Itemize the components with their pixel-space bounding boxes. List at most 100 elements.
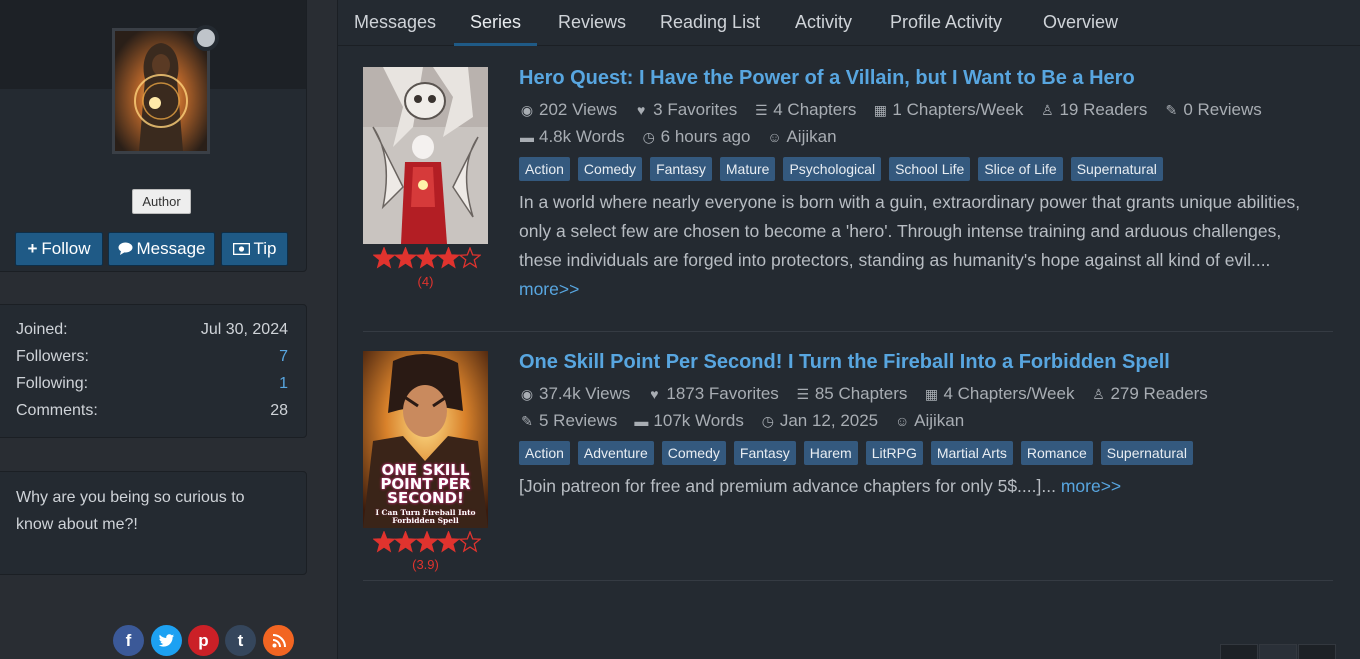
genre-tag[interactable]: Action — [519, 441, 570, 465]
author-link[interactable]: ☺ Aijikan — [894, 411, 964, 431]
genre-tag[interactable]: Comedy — [661, 441, 726, 465]
cover-subtitle-text: I Can Turn Fireball Into Forbidden Spell — [375, 508, 476, 525]
rating-stars — [373, 531, 481, 553]
calendar-icon: ▦ — [924, 386, 939, 402]
book-icon: ▬ — [634, 413, 649, 429]
genre-tag[interactable]: Adventure — [577, 441, 654, 465]
genre-tag[interactable]: Supernatural — [1070, 157, 1163, 181]
money-icon — [232, 233, 250, 265]
pagination-prev[interactable] — [1220, 644, 1258, 659]
tab-profile-activity[interactable]: Profile Activity — [890, 12, 1002, 33]
genre-list: Action Adventure Comedy Fantasy Harem LitRPG M… — [519, 441, 1201, 465]
genre-tag[interactable]: School Life — [889, 157, 971, 181]
main-panel: Messages Series Reviews Reading List Act… — [337, 0, 1360, 659]
tab-reading-list[interactable]: Reading List — [660, 12, 760, 33]
series-title[interactable]: One Skill Point Per Second! I Turn the F… — [519, 351, 1170, 374]
book-icon: ▬ — [520, 129, 534, 145]
list-icon: ☰ — [754, 102, 768, 118]
reviews-stat: ✎ 5 Reviews — [519, 411, 617, 431]
star-fill — [374, 532, 394, 551]
rating-stars — [373, 247, 481, 269]
genre-tag[interactable]: Mature — [719, 157, 776, 181]
user-icon: ♙ — [1041, 102, 1054, 118]
tab-reviews[interactable]: Reviews — [558, 12, 626, 33]
stat-joined: Joined: Jul 30, 2024 — [16, 321, 288, 338]
genre-tag[interactable]: Comedy — [577, 157, 643, 181]
follow-button[interactable]: + Follow — [15, 232, 103, 266]
profile-tabs: Messages Series Reviews Reading List Act… — [338, 0, 1360, 46]
genre-tag[interactable]: Psychological — [783, 157, 882, 181]
tumblr-icon[interactable]: t — [225, 625, 256, 656]
rating-count: (4) — [417, 274, 434, 289]
cover-image — [363, 67, 488, 244]
frequency-stat: ▦ 4 Chapters/Week — [924, 384, 1075, 403]
star-fill — [374, 248, 394, 267]
tip-button[interactable]: Tip — [221, 232, 288, 266]
facebook-icon[interactable]: f — [113, 625, 144, 656]
series-divider — [363, 580, 1333, 581]
more-link[interactable]: more>> — [1061, 476, 1121, 496]
series-meta-line: ✎ 5 Reviews ▬ 107k Words ◷ Jan 12, 2025 ☺ Aijik… — [519, 411, 980, 431]
user-circle-icon: ☺ — [767, 129, 782, 145]
author-badge: Author — [132, 189, 191, 214]
genre-tag[interactable]: Martial Arts — [930, 441, 1013, 465]
genre-tag[interactable]: Slice of Life — [978, 157, 1063, 181]
message-button[interactable]: Message — [108, 232, 215, 266]
genre-tag[interactable]: LitRPG — [865, 441, 923, 465]
star-fill — [417, 248, 437, 267]
stat-followers: Followers: 7 — [16, 348, 288, 366]
user-circle-icon: ☺ — [894, 413, 910, 429]
genre-tag[interactable]: Fantasy — [650, 157, 712, 181]
calendar-icon: ▦ — [873, 102, 888, 118]
series-title[interactable]: Hero Quest: I Have the Power of a Villai… — [519, 67, 1135, 90]
genre-tag[interactable]: Supernatural — [1100, 441, 1193, 465]
pagination-next[interactable] — [1298, 644, 1336, 659]
about-text: Why are you being so curious to know abo… — [16, 489, 245, 533]
tab-overview[interactable]: Overview — [1043, 12, 1118, 33]
views-stat: ◉ 202 Views — [520, 100, 618, 119]
active-tab-indicator — [454, 43, 537, 46]
about-card: Why are you being so curious to know abo… — [0, 471, 307, 575]
frequency-stat: ▦ 1 Chapters/Week — [873, 100, 1024, 119]
tab-activity[interactable]: Activity — [795, 12, 852, 33]
cover-title-text: ONE SKILL POINT PER SECOND! — [380, 461, 471, 507]
words-stat: ▬ 107k Words — [634, 411, 744, 430]
rss-icon[interactable] — [263, 625, 294, 656]
pagination-page[interactable] — [1259, 644, 1297, 659]
series-synopsis: In a world where nearly everyone is born… — [519, 192, 1301, 299]
star-fill — [395, 248, 416, 267]
more-link[interactable]: more>> — [519, 279, 579, 299]
stats-card: Joined: Jul 30, 2024 Followers: 7 Follow… — [0, 304, 307, 438]
series-synopsis: [Join patreon for free and premium advan… — [519, 476, 1122, 496]
favorites-stat: ♥ 3 Favorites — [633, 100, 737, 120]
series-cover[interactable] — [363, 67, 488, 244]
genre-tag[interactable]: Harem — [803, 441, 858, 465]
edit-icon: ✎ — [1165, 102, 1178, 118]
series-item: (4) Hero Quest: I Have the Power of a Vi… — [363, 67, 1333, 307]
clock-icon: ◷ — [761, 413, 774, 429]
avatar-image — [115, 31, 207, 151]
stat-following: Following: 1 — [16, 375, 288, 393]
favorites-stat: ♥ 1873 Favorites — [646, 384, 779, 404]
updated-stat: ◷ 6 hours ago — [642, 127, 751, 146]
genre-tag[interactable]: Fantasy — [733, 441, 796, 465]
author-link[interactable]: ☺ Aijikan — [766, 127, 836, 147]
readers-stat: ♙ 19 Readers — [1041, 100, 1148, 119]
series-item: ONE SKILL POINT PER SECOND! I Can Turn F… — [363, 351, 1333, 576]
genre-tag[interactable]: Romance — [1020, 441, 1093, 465]
tab-series[interactable]: Series — [470, 12, 521, 33]
list-icon: ☰ — [796, 386, 810, 402]
genre-tag[interactable]: Action — [519, 157, 570, 181]
following-link[interactable]: 1 — [279, 375, 288, 393]
twitter-icon[interactable] — [151, 625, 182, 656]
followers-link[interactable]: 7 — [279, 348, 288, 366]
heart-icon: ♥ — [650, 386, 659, 402]
avatar[interactable] — [112, 28, 210, 154]
star-icon — [458, 531, 481, 553]
eye-icon: ◉ — [520, 386, 534, 402]
plus-icon: + — [27, 239, 38, 258]
pinterest-icon[interactable]: p — [188, 625, 219, 656]
tab-messages[interactable]: Messages — [354, 12, 436, 33]
star-fill — [438, 248, 459, 267]
series-cover[interactable]: ONE SKILL POINT PER SECOND! I Can Turn F… — [363, 351, 488, 528]
